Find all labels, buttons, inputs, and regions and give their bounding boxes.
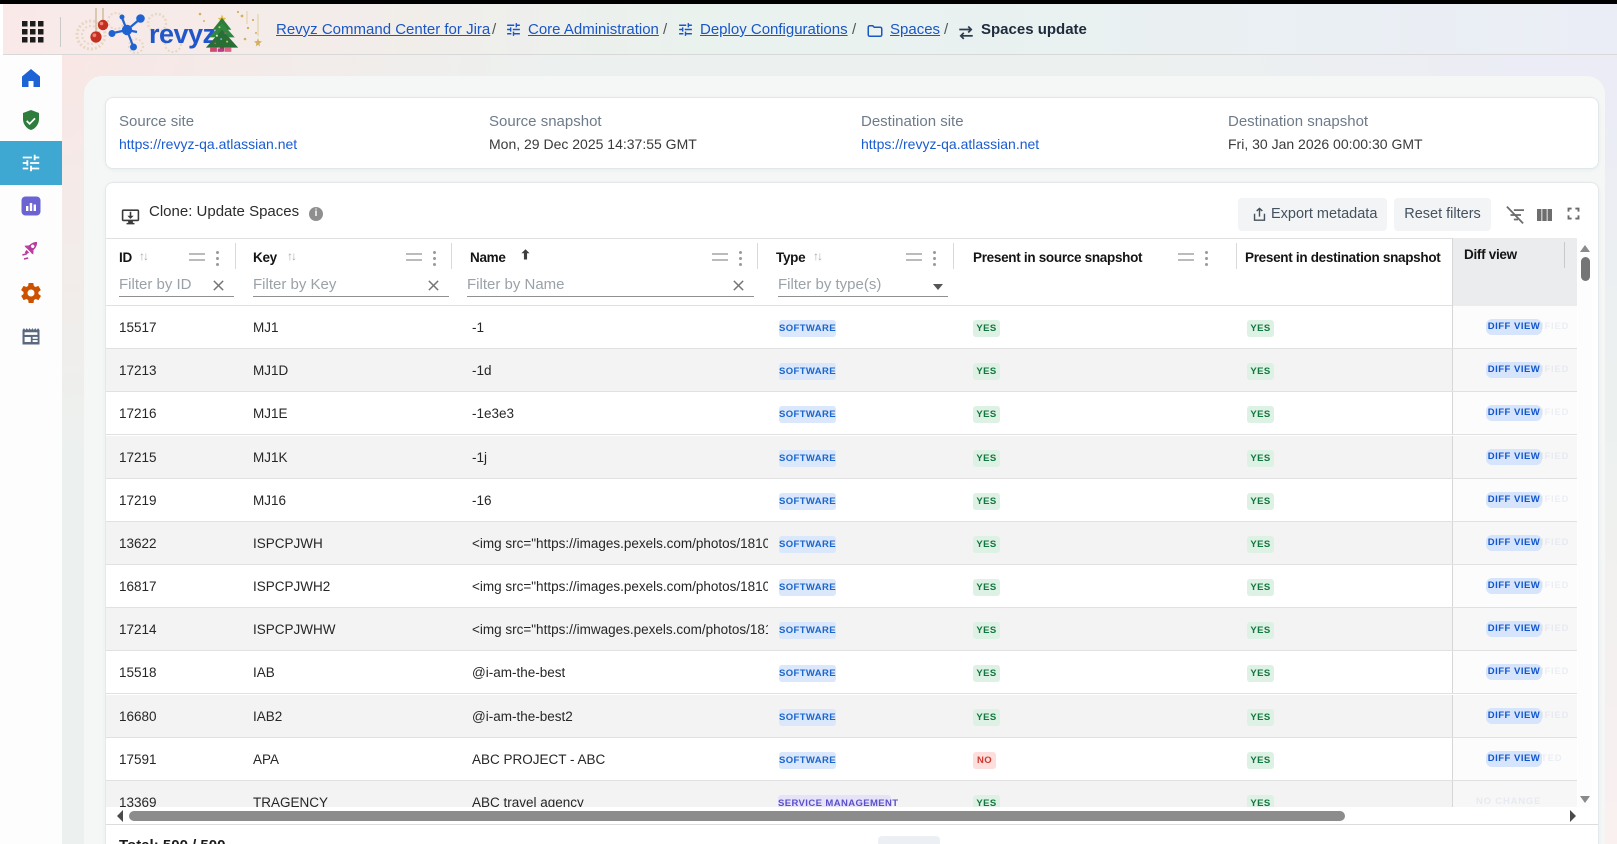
svg-text:revyz: revyz [149, 19, 216, 49]
